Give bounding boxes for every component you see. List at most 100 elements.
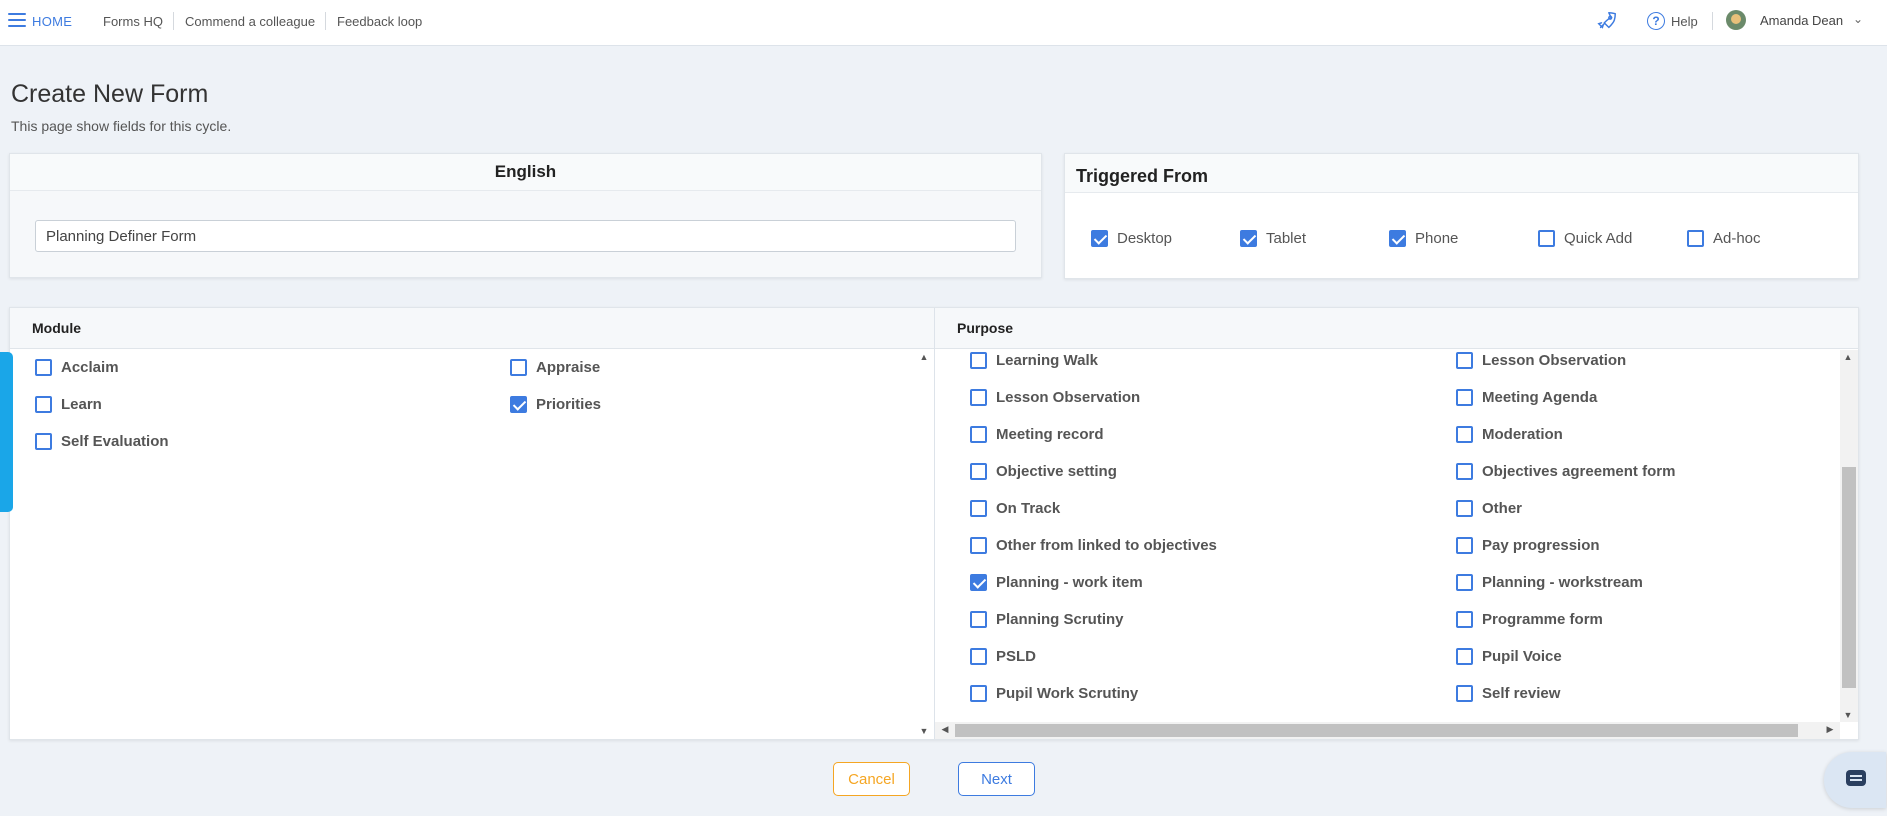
purpose-item[interactable]: Planning - workstream: [1456, 574, 1643, 591]
module-item-label: Appraise: [536, 359, 601, 376]
checkbox[interactable]: [970, 426, 987, 443]
trigger-option-desktop[interactable]: Desktop: [1091, 230, 1172, 247]
purpose-item[interactable]: Planning - work item: [970, 574, 1143, 591]
purpose-item[interactable]: Other from linked to objectives: [970, 537, 1217, 554]
checkbox[interactable]: [35, 359, 52, 376]
form-name-input[interactable]: [35, 220, 1016, 252]
module-header: Module: [32, 320, 81, 336]
checkbox[interactable]: [1240, 230, 1257, 247]
purpose-item[interactable]: Learning Walk: [970, 352, 1098, 369]
purpose-item-label: Lesson Observation: [996, 389, 1141, 406]
module-scrollbar[interactable]: ▲ ▼: [916, 350, 932, 738]
module-item[interactable]: Acclaim: [35, 359, 119, 376]
scroll-right-icon[interactable]: ▶: [1822, 724, 1838, 735]
purpose-item[interactable]: Objectives agreement form: [1456, 463, 1675, 480]
purpose-item[interactable]: Meeting record: [970, 426, 1104, 443]
purpose-item[interactable]: Pay progression: [1456, 537, 1600, 554]
checkbox[interactable]: [1456, 426, 1473, 443]
checkbox[interactable]: [1456, 648, 1473, 665]
checkbox[interactable]: [510, 359, 527, 376]
purpose-item[interactable]: Self review: [1456, 685, 1560, 702]
purpose-item-label: PSLD: [996, 648, 1037, 665]
purpose-scrollbar[interactable]: ▲ ▼: [1840, 350, 1858, 722]
checkbox[interactable]: [1456, 463, 1473, 480]
module-item-label: Priorities: [536, 396, 602, 413]
purpose-item[interactable]: PSLD: [970, 648, 1036, 665]
chat-button[interactable]: [1824, 752, 1886, 808]
scroll-down-icon[interactable]: ▼: [916, 726, 932, 736]
checkbox[interactable]: [1456, 352, 1473, 369]
triggered-from-card: Triggered From Desktop Tablet Phone Quic…: [1064, 153, 1859, 279]
next-button[interactable]: Next: [958, 762, 1035, 796]
purpose-item[interactable]: Pupil Work Scrutiny: [970, 685, 1138, 702]
cancel-button[interactable]: Cancel: [833, 762, 910, 796]
checkbox[interactable]: [1456, 500, 1473, 517]
purpose-item[interactable]: Pupil Voice: [1456, 648, 1562, 665]
purpose-item[interactable]: On Track: [970, 500, 1060, 517]
checkbox[interactable]: [970, 537, 987, 554]
scroll-left-icon[interactable]: ◀: [937, 724, 953, 735]
checkbox[interactable]: [1538, 230, 1555, 247]
question-icon: ?: [1647, 12, 1665, 30]
page-subtitle: This page show fields for this cycle.: [11, 118, 232, 134]
checkbox[interactable]: [1456, 611, 1473, 628]
trigger-option-quick-add[interactable]: Quick Add: [1538, 230, 1632, 247]
purpose-horizontal-scrollbar[interactable]: ◀ ▶: [935, 722, 1840, 739]
scroll-up-icon[interactable]: ▲: [916, 352, 932, 362]
trigger-option-ad-hoc[interactable]: Ad-hoc: [1687, 230, 1761, 247]
checkbox[interactable]: [1456, 574, 1473, 591]
checkbox[interactable]: [1091, 230, 1108, 247]
scrollbar-thumb[interactable]: [1842, 467, 1856, 688]
chevron-down-icon[interactable]: ⌄: [1853, 12, 1863, 26]
module-item[interactable]: Learn: [35, 396, 102, 413]
english-header: English: [10, 154, 1041, 191]
checkbox[interactable]: [970, 352, 987, 369]
checkbox[interactable]: [970, 463, 987, 480]
nav-commend-colleague[interactable]: Commend a colleague: [185, 14, 315, 29]
home-link[interactable]: HOME: [32, 14, 72, 29]
purpose-item-label: Objectives agreement form: [1482, 463, 1676, 480]
rocket-icon[interactable]: [1596, 10, 1618, 32]
purpose-item[interactable]: Lesson Observation: [1456, 352, 1626, 369]
checkbox[interactable]: [35, 433, 52, 450]
purpose-item[interactable]: Moderation: [1456, 426, 1563, 443]
avatar[interactable]: [1726, 10, 1746, 30]
scroll-up-icon[interactable]: ▲: [1840, 352, 1856, 362]
purpose-item[interactable]: Objective setting: [970, 463, 1117, 480]
purpose-item-label: Lesson Observation: [1482, 352, 1627, 369]
user-name[interactable]: Amanda Dean: [1760, 13, 1843, 28]
feedback-side-tab[interactable]: [0, 352, 13, 512]
purpose-item[interactable]: Other: [1456, 500, 1522, 517]
trigger-option-phone[interactable]: Phone: [1389, 230, 1458, 247]
checkbox[interactable]: [1389, 230, 1406, 247]
module-item[interactable]: Self Evaluation: [35, 433, 169, 450]
purpose-item-label: Moderation: [1482, 426, 1563, 443]
checkbox[interactable]: [970, 611, 987, 628]
menu-icon[interactable]: [8, 13, 26, 28]
checkbox[interactable]: [1456, 389, 1473, 406]
purpose-item[interactable]: Planning Scrutiny: [970, 611, 1124, 628]
checkbox[interactable]: [1456, 537, 1473, 554]
module-item-label: Acclaim: [61, 359, 119, 376]
nav-feedback-loop[interactable]: Feedback loop: [337, 14, 422, 29]
scroll-down-icon[interactable]: ▼: [1840, 710, 1856, 720]
purpose-item[interactable]: Programme form: [1456, 611, 1603, 628]
module-item[interactable]: Priorities: [510, 396, 601, 413]
nav-forms-hq[interactable]: Forms HQ: [103, 14, 163, 29]
purpose-item[interactable]: Lesson Observation: [970, 389, 1140, 406]
purpose-item[interactable]: Meeting Agenda: [1456, 389, 1597, 406]
trigger-option-tablet[interactable]: Tablet: [1240, 230, 1306, 247]
checkbox[interactable]: [970, 500, 987, 517]
checkbox[interactable]: [970, 685, 987, 702]
checkbox[interactable]: [1456, 685, 1473, 702]
checkbox[interactable]: [970, 389, 987, 406]
checkbox[interactable]: [970, 574, 987, 591]
checkbox[interactable]: [970, 648, 987, 665]
help-link[interactable]: ? Help: [1647, 11, 1698, 31]
scrollbar-thumb[interactable]: [955, 724, 1798, 737]
checkbox[interactable]: [1687, 230, 1704, 247]
checkbox[interactable]: [510, 396, 527, 413]
checkbox[interactable]: [35, 396, 52, 413]
module-item-label: Learn: [61, 396, 102, 413]
module-item[interactable]: Appraise: [510, 359, 600, 376]
